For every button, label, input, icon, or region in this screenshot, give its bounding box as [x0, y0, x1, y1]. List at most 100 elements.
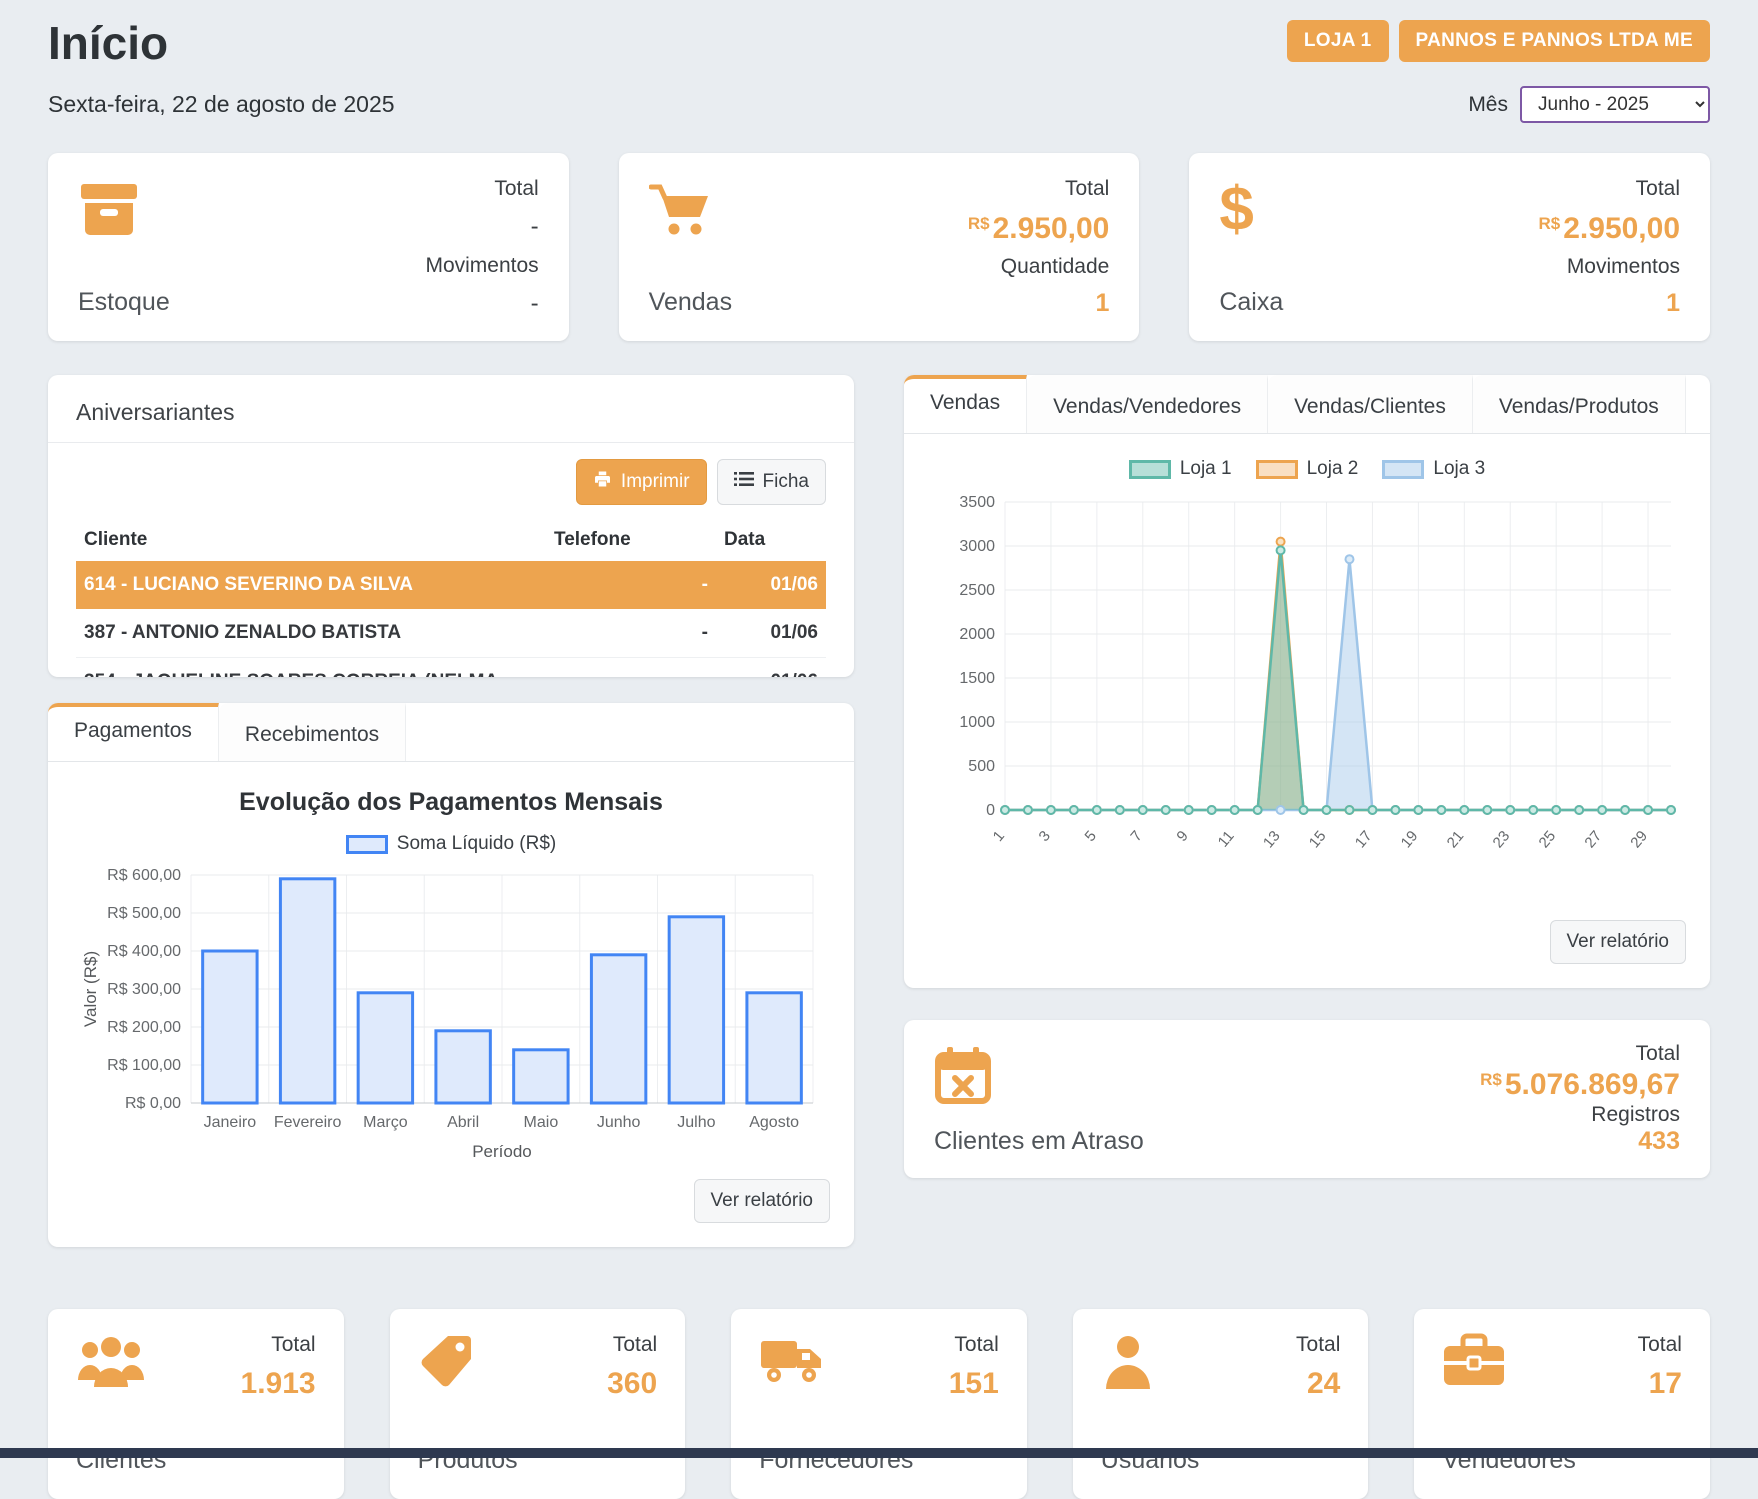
birthdays-table: Cliente Telefone Data 614 - LUCIANO SEVE…	[76, 519, 826, 677]
ficha-button[interactable]: Ficha	[717, 459, 826, 505]
payments-tabs: Pagamentos Recebimentos	[48, 703, 854, 762]
payments-chart-legend: Soma Líquido (R$)	[48, 831, 854, 857]
metric-value: R$2.950,00	[1539, 212, 1681, 245]
metric-label: Total	[1638, 1333, 1682, 1357]
tab-vendas-vendedores[interactable]: Vendas/Vendedores	[1027, 375, 1268, 433]
month-select[interactable]: Junho - 2025	[1520, 86, 1710, 123]
metric-label: Total	[1296, 1333, 1340, 1357]
sales-tabs: Vendas Vendas/Vendedores Vendas/Clientes…	[904, 375, 1710, 434]
shopping-cart-icon	[649, 177, 732, 243]
metric-label: Registros	[1480, 1103, 1680, 1127]
metric-label: Total	[241, 1333, 316, 1357]
svg-text:17: 17	[1352, 828, 1376, 852]
table-row[interactable]: 387 - ANTONIO ZENALDO BATISTA - 01/06	[76, 609, 826, 658]
metric-value: 360	[607, 1367, 657, 1400]
svg-text:1: 1	[990, 828, 1008, 845]
printer-icon	[593, 470, 612, 494]
metric-value: 433	[1480, 1128, 1680, 1156]
svg-text:Julho: Julho	[677, 1114, 715, 1131]
report-button[interactable]: Ver relatório	[1550, 920, 1686, 964]
late-clients-card: Clientes em Atraso Total R$5.076.869,67 …	[904, 1020, 1710, 1178]
column-header-telefone: Telefone	[546, 519, 716, 561]
footer-bar	[0, 1448, 1758, 1458]
tab-vendas[interactable]: Vendas	[904, 375, 1027, 433]
dashboard: Início LOJA 1 PANNOS E PANNOS LTDA ME Se…	[48, 0, 1710, 1499]
svg-text:1000: 1000	[959, 714, 995, 731]
svg-text:11: 11	[1215, 828, 1238, 851]
svg-text:2500: 2500	[959, 582, 995, 599]
company-badge[interactable]: PANNOS E PANNOS LTDA ME	[1399, 20, 1710, 62]
metric-value: -	[425, 291, 538, 317]
metric-label: Total	[425, 177, 538, 201]
svg-text:29: 29	[1627, 828, 1651, 852]
svg-text:27: 27	[1581, 828, 1605, 852]
svg-text:R$ 0,00: R$ 0,00	[125, 1095, 181, 1112]
payments-card: Pagamentos Recebimentos Evolução dos Pag…	[48, 703, 854, 1247]
stat-card-title: Caixa	[1219, 288, 1283, 317]
metric-label: Total	[949, 1333, 999, 1357]
metric-value: 1	[968, 290, 1110, 318]
svg-text:Junho: Junho	[597, 1114, 641, 1131]
page-title: Início	[48, 16, 168, 70]
metric-label: Quantidade	[968, 255, 1110, 279]
header-badges: LOJA 1 PANNOS E PANNOS LTDA ME	[1287, 20, 1710, 62]
svg-text:15: 15	[1306, 828, 1330, 852]
summary-card-usuarios: Total 24 Usuários	[1073, 1309, 1369, 1499]
summary-card-vendedores: Total 17 Vendedores	[1414, 1309, 1710, 1499]
sales-card: Vendas Vendas/Vendedores Vendas/Clientes…	[904, 375, 1710, 988]
metric-label: Total	[1539, 177, 1681, 201]
svg-text:3: 3	[1036, 828, 1054, 845]
current-date: Sexta-feira, 22 de agosto de 2025	[48, 91, 395, 118]
column-header-data: Data	[716, 519, 826, 561]
svg-text:9: 9	[1173, 828, 1191, 845]
header: Início LOJA 1 PANNOS E PANNOS LTDA ME	[48, 16, 1710, 70]
stat-card-caixa: $ Caixa Total R$2.950,00 Movimentos 1	[1189, 153, 1710, 341]
svg-text:Maio: Maio	[524, 1114, 559, 1131]
payments-chart-title: Evolução dos Pagamentos Mensais	[48, 788, 854, 817]
metric-label: Movimentos	[1539, 255, 1681, 279]
truck-icon	[759, 1333, 825, 1390]
summary-card-fornecedores: Total 151 Fornecedores	[731, 1309, 1027, 1499]
sales-chart: 1357911131517192123252729050010001500200…	[904, 486, 1710, 906]
table-row[interactable]: 614 - LUCIANO SEVERINO DA SILVA - 01/06	[76, 561, 826, 609]
briefcase-icon	[1442, 1333, 1506, 1394]
archive-box-icon	[78, 177, 170, 243]
svg-text:R$ 300,00: R$ 300,00	[107, 981, 181, 998]
stat-cards-row: Estoque Total - Movimentos -	[48, 153, 1710, 341]
currency-prefix: R$	[968, 214, 990, 233]
svg-text:1500: 1500	[959, 670, 995, 687]
svg-text:3000: 3000	[959, 538, 995, 555]
print-button[interactable]: Imprimir	[576, 459, 707, 505]
svg-text:R$ 500,00: R$ 500,00	[107, 905, 181, 922]
calendar-x-icon	[934, 1042, 1144, 1108]
stat-card-vendas: Vendas Total R$2.950,00 Quantidade 1	[619, 153, 1140, 341]
birthdays-title: Aniversariantes	[48, 399, 854, 443]
stat-card-estoque: Estoque Total - Movimentos -	[48, 153, 569, 341]
store-badge[interactable]: LOJA 1	[1287, 20, 1389, 62]
report-button[interactable]: Ver relatório	[694, 1179, 830, 1223]
svg-text:23: 23	[1490, 828, 1514, 852]
svg-text:Período: Período	[472, 1142, 532, 1161]
currency-prefix: R$	[1539, 214, 1561, 233]
metric-label: Total	[607, 1333, 657, 1357]
metric-value: 151	[949, 1367, 999, 1400]
summary-card-clientes: Total 1.913 Clientes	[48, 1309, 344, 1499]
tab-vendas-clientes[interactable]: Vendas/Clientes	[1268, 375, 1473, 433]
metric-label: Movimentos	[425, 254, 538, 278]
table-row[interactable]: 354 - JAQUELINE SOARES CORREIA (NELMA - …	[76, 658, 826, 678]
dollar-icon: $	[1219, 177, 1283, 243]
left-column: Aniversariantes Imprimir	[48, 375, 854, 1247]
summary-card-produtos: Total 360 Produtos	[390, 1309, 686, 1499]
user-icon	[1101, 1333, 1155, 1396]
tab-recebimentos[interactable]: Recebimentos	[219, 703, 406, 761]
metric-value: 1	[1539, 290, 1681, 318]
subheader: Sexta-feira, 22 de agosto de 2025 Mês Ju…	[48, 86, 1710, 123]
svg-text:Agosto: Agosto	[749, 1114, 799, 1131]
tab-vendas-produtos[interactable]: Vendas/Produtos	[1473, 375, 1686, 433]
sales-chart-legend: Loja 1Loja 2Loja 3	[904, 456, 1710, 482]
price-tag-icon	[418, 1333, 476, 1394]
svg-text:R$ 400,00: R$ 400,00	[107, 943, 181, 960]
tab-pagamentos[interactable]: Pagamentos	[48, 703, 219, 761]
payments-chart: R$ 0,00R$ 100,00R$ 200,00R$ 300,00R$ 400…	[48, 863, 854, 1165]
metric-value: -	[425, 214, 538, 240]
